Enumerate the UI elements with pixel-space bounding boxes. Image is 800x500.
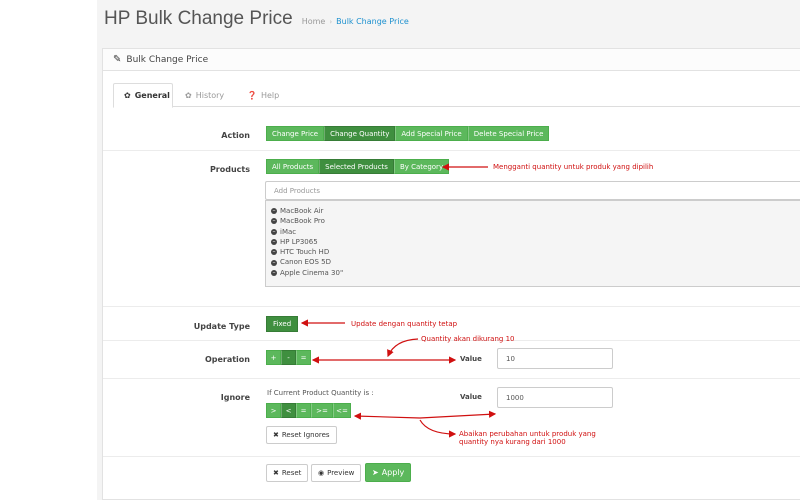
less-than-button[interactable]: < [281, 403, 296, 418]
action-button-group: Change Price Change Quantity Add Special… [266, 126, 550, 141]
preview-label: Preview [327, 469, 355, 477]
tab-history-label: History [195, 90, 225, 100]
eye-icon: ◉ [318, 469, 325, 477]
reset-label: Reset [281, 469, 302, 477]
less-or-equal-button[interactable]: <= [333, 403, 351, 418]
plus-button[interactable]: + [266, 350, 281, 365]
list-item: – MacBook Pro [271, 216, 795, 226]
panel-heading: ✎ Bulk Change Price [103, 49, 800, 71]
question-icon: ❓ [247, 90, 257, 100]
gear-icon: ✿ [124, 91, 131, 100]
selected-products-list: – MacBook Air – MacBook Pro – iMac – HP LP30… [265, 200, 800, 287]
delete-special-price-button[interactable]: Delete Special Price [467, 126, 550, 141]
product-name: MacBook Air [280, 207, 324, 215]
list-item: – Canon EOS 5D [271, 257, 795, 267]
equal-to-button[interactable]: = [296, 403, 311, 418]
row-divider [103, 150, 800, 151]
pencil-icon: ✎ [113, 54, 122, 65]
annotation-products: Mengganti quantity untuk produk yang dip… [493, 163, 654, 171]
action-label: Action [221, 131, 250, 140]
row-divider [103, 456, 800, 457]
product-name: MacBook Pro [280, 217, 325, 226]
ignore-value-label: Value [460, 393, 482, 401]
list-item: – HP LP3065 [271, 237, 795, 247]
annotation-update-type: Update dengan quantity tetap [351, 320, 458, 328]
ignore-label: Ignore [220, 393, 250, 402]
ignore-condition-text: If Current Product Quantity is : [267, 389, 374, 397]
products-button-group: All Products Selected Products By Catego… [266, 159, 450, 174]
add-special-price-button[interactable]: Add Special Price [395, 126, 468, 141]
product-name: Canon EOS 5D [280, 258, 332, 267]
greater-or-equal-button[interactable]: >= [311, 403, 333, 418]
minus-circle-icon[interactable]: – [271, 218, 277, 225]
minus-circle-icon[interactable]: – [271, 269, 277, 276]
operation-value-input[interactable]: 10 [497, 348, 613, 369]
page-header: HP Bulk Change Price Home › Bulk Change … [104, 8, 409, 32]
row-divider [103, 306, 800, 307]
minus-circle-icon[interactable]: – [271, 239, 277, 246]
send-icon: ➤ [372, 468, 379, 477]
fixed-button[interactable]: Fixed [266, 316, 299, 332]
selected-products-button[interactable]: Selected Products [319, 159, 394, 174]
apply-label: Apply [381, 468, 405, 477]
preview-button[interactable]: ◉ Preview [311, 464, 362, 482]
greater-than-button[interactable]: > [266, 403, 281, 418]
minus-circle-icon[interactable]: – [271, 228, 277, 235]
reset-ignores-label: Reset Ignores [281, 431, 330, 439]
reset-ignores-button[interactable]: ✖ Reset Ignores [266, 426, 337, 444]
change-quantity-button[interactable]: Change Quantity [324, 126, 396, 141]
breadcrumb: Home › Bulk Change Price [302, 17, 409, 26]
tab-history[interactable]: ✿ History [175, 83, 234, 107]
product-name: HTC Touch HD [280, 248, 330, 257]
close-icon: ✖ [273, 431, 279, 439]
panel-heading-title: Bulk Change Price [126, 54, 209, 65]
list-item: – HTC Touch HD [271, 247, 795, 257]
list-item: – iMac [271, 227, 795, 237]
list-item: – Apple Cinema 30" [271, 268, 795, 278]
breadcrumb-separator: › [329, 18, 333, 26]
reset-button[interactable]: ✖ Reset [266, 464, 309, 482]
minus-circle-icon[interactable]: – [271, 249, 277, 256]
add-products-input[interactable]: Add Products [265, 181, 800, 200]
tabs: ✿ General ✿ History ❓ Help [113, 83, 800, 108]
tab-help[interactable]: ❓ Help [237, 83, 289, 107]
operation-button-group: + - = [266, 350, 311, 365]
update-type-button-group: Fixed [266, 316, 299, 332]
ignore-value-input[interactable]: 1000 [497, 387, 613, 408]
all-products-button[interactable]: All Products [266, 159, 320, 174]
gear-icon: ✿ [185, 90, 192, 100]
products-label: Products [209, 165, 250, 174]
tab-help-label: Help [260, 90, 280, 100]
breadcrumb-home[interactable]: Home [302, 17, 326, 26]
equals-button[interactable]: = [296, 350, 311, 365]
page: HP Bulk Change Price Home › Bulk Change … [0, 0, 800, 500]
ignore-button-group: > < = >= <= [266, 403, 351, 418]
product-name: Apple Cinema 30" [280, 268, 344, 277]
minus-circle-icon[interactable]: – [271, 208, 277, 215]
row-divider [103, 378, 800, 379]
close-icon: ✖ [273, 469, 279, 477]
list-item: – MacBook Air [271, 206, 795, 216]
tab-general[interactable]: ✿ General [113, 83, 173, 108]
product-name: HP LP3065 [280, 237, 318, 246]
operation-value-label: Value [460, 355, 482, 363]
minus-circle-icon[interactable]: – [271, 259, 277, 266]
page-title: HP Bulk Change Price [104, 8, 293, 29]
annotation-ignore-line1: Abaikan perubahan untuk produk yang [459, 430, 596, 438]
apply-button[interactable]: ➤ Apply [365, 463, 412, 482]
change-price-button[interactable]: Change Price [266, 126, 325, 141]
by-category-button[interactable]: By Category [393, 159, 450, 174]
breadcrumb-current[interactable]: Bulk Change Price [336, 17, 409, 26]
tab-general-label: General [134, 91, 170, 100]
annotation-operation: Quantity akan dikurang 10 [421, 335, 515, 343]
annotation-ignore-line2: quantity nya kurang dari 1000 [459, 438, 566, 446]
update-type-label: Update Type [193, 322, 250, 331]
operation-label: Operation [204, 355, 250, 364]
product-name: iMac [280, 227, 297, 236]
minus-button[interactable]: - [281, 350, 296, 365]
